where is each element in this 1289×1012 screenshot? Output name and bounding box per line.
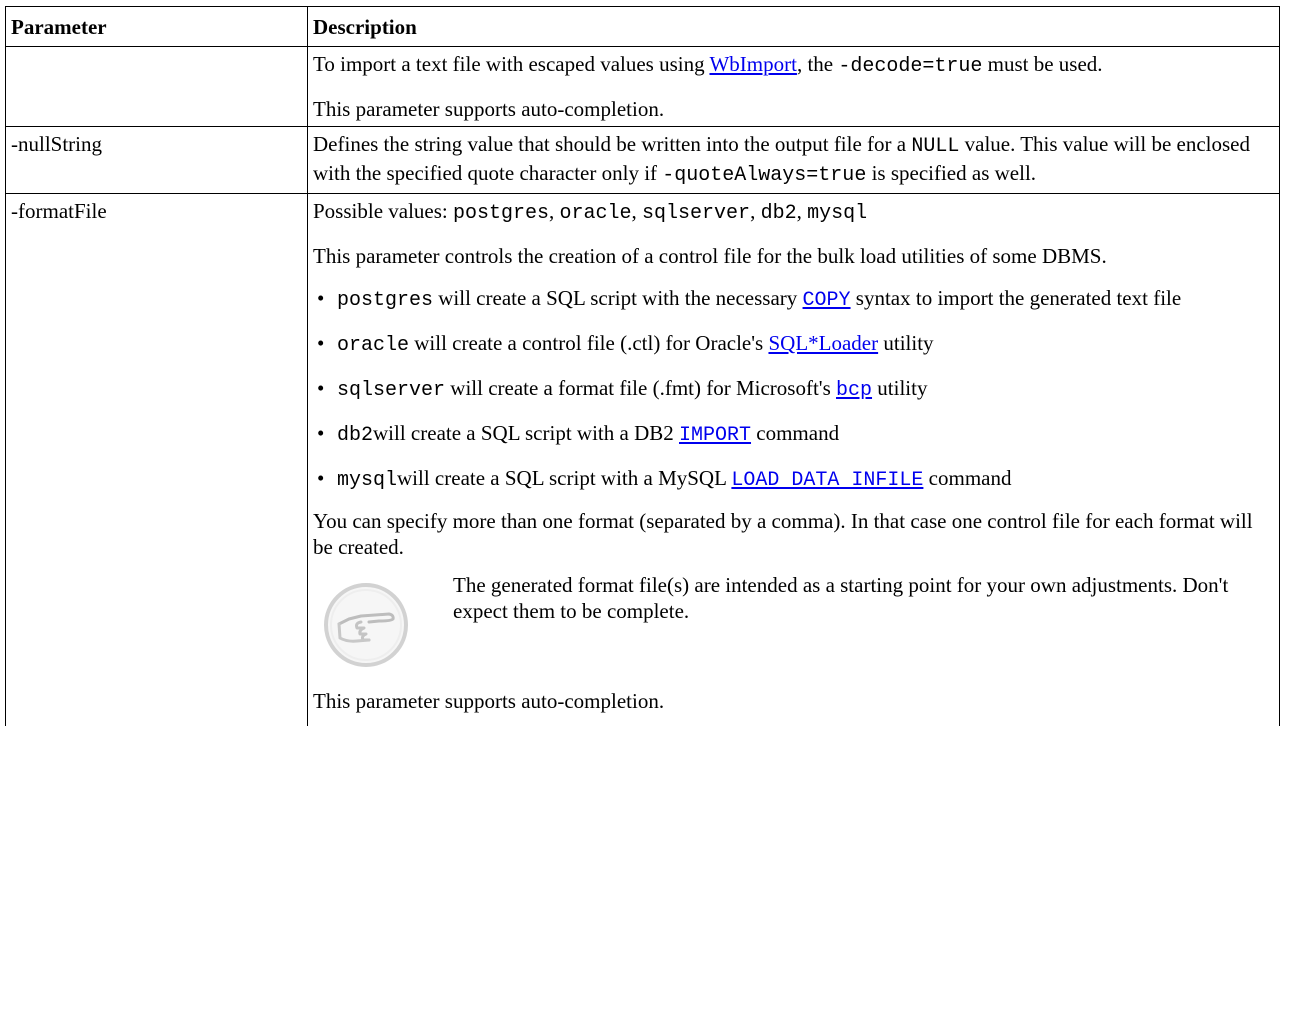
wbimport-link[interactable]: WbImport (709, 52, 796, 76)
value-code: postgres (453, 202, 550, 225)
list-item: • postgres will create a SQL script with … (313, 285, 1271, 314)
param-cell: -formatFile (5, 193, 308, 726)
link-code[interactable]: COPY (803, 289, 851, 312)
parameter-table: Parameter Description To import a text f… (5, 6, 1280, 726)
format-code: oracle (337, 334, 410, 357)
autocomplete-paragraph: This parameter supports auto-completion. (313, 689, 665, 713)
bullet: • (317, 421, 325, 445)
format-code: mysql (337, 469, 398, 492)
param-cell: -nullString (5, 126, 308, 194)
separator: , (631, 199, 643, 223)
format-code: db2 (337, 424, 374, 447)
load-data-infile-link[interactable]: LOAD DATA INFILE (731, 466, 923, 492)
sqlloader-link[interactable]: SQL*Loader (768, 331, 878, 355)
text: will create a SQL script with a DB2 (373, 421, 679, 445)
import-link[interactable]: IMPORT (679, 421, 751, 447)
text: will create a SQL script with the necess… (433, 286, 803, 310)
table-row: -formatFile Possible values: postgres, o… (5, 193, 1280, 726)
list-item: • oracle will create a control file (.ctl… (313, 330, 1271, 359)
note-text: The generated format file(s) are intende… (453, 573, 1229, 623)
separator: , (796, 199, 808, 223)
link-code[interactable]: bcp (836, 379, 872, 402)
bullet: • (317, 286, 325, 310)
header-row: Parameter Description (5, 6, 1280, 47)
pointing-hand-note-icon (324, 583, 408, 667)
text: will create a SQL script with a MySQL (397, 466, 732, 490)
description-cell: Defines the string value that should be … (307, 126, 1280, 194)
list-item: • mysqlwill create a SQL script with a My… (313, 465, 1271, 494)
link-code[interactable]: LOAD DATA INFILE (731, 469, 923, 492)
intro-paragraph: This parameter controls the creation of … (313, 244, 1107, 268)
copy-link[interactable]: COPY (803, 286, 851, 312)
list-item: • sqlserver will create a format file (.f… (313, 375, 1271, 404)
possible-values-paragraph: Possible values: postgres, oracle, sqlse… (313, 198, 1271, 227)
null-code: NULL (911, 135, 960, 158)
separator: , (750, 199, 761, 223)
format-code: postgres (337, 289, 434, 312)
multi-format-paragraph: You can specify more than one format (se… (313, 509, 1253, 559)
value-code: mysql (807, 202, 868, 225)
text: command (923, 466, 1012, 490)
format-list: • postgres will create a SQL script with … (313, 285, 1271, 494)
autocomplete-paragraph: This parameter supports auto-completion. (313, 97, 665, 121)
text: syntax to import the generated text file (850, 286, 1182, 310)
value-code: sqlserver (642, 202, 751, 225)
bullet: • (317, 331, 325, 355)
text: is specified as well. (866, 161, 1037, 185)
decode-paragraph: To import a text file with escaped value… (313, 51, 1271, 80)
bcp-link[interactable]: bcp (836, 376, 872, 402)
description-cell: To import a text file with escaped value… (307, 46, 1280, 127)
bullet: • (317, 466, 325, 490)
list-item: • db2will create a SQL script with a DB2 … (313, 420, 1271, 449)
value-code: oracle (559, 202, 632, 225)
table-row: To import a text file with escaped value… (5, 46, 1280, 127)
header-parameter: Parameter (5, 6, 308, 47)
link-code[interactable]: IMPORT (679, 424, 751, 447)
text: To import a text file with escaped value… (313, 52, 710, 76)
bullet: • (317, 376, 325, 400)
text: command (751, 421, 840, 445)
note-box: The generated format file(s) are intende… (313, 570, 1271, 680)
text: , the (796, 52, 839, 76)
quotealways-code: -quoteAlways=true (662, 164, 867, 187)
table-row: -nullString Defines the string value tha… (5, 126, 1280, 194)
text: Defines the string value that should be … (313, 132, 912, 156)
text: must be used. (982, 52, 1103, 76)
text: will create a format file (.fmt) for Mic… (445, 376, 837, 400)
text: utility (878, 331, 934, 355)
decode-code: -decode=true (838, 55, 983, 78)
text: utility (872, 376, 928, 400)
param-cell (5, 46, 308, 127)
text: Possible values: (313, 199, 453, 223)
text: will create a control file (.ctl) for Or… (409, 331, 769, 355)
nullstring-paragraph: Defines the string value that should be … (313, 131, 1271, 189)
separator: , (549, 199, 560, 223)
value-code: db2 (760, 202, 797, 225)
header-description: Description (307, 6, 1280, 47)
format-code: sqlserver (337, 379, 446, 402)
description-cell: Possible values: postgres, oracle, sqlse… (307, 193, 1280, 726)
